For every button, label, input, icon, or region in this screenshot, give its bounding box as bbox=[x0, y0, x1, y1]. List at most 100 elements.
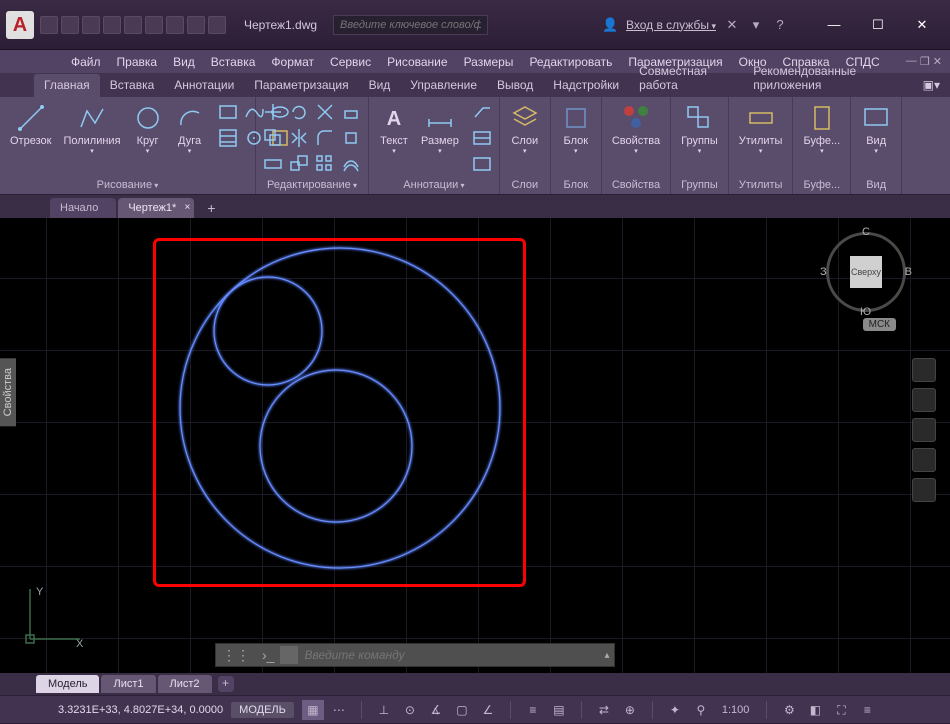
customize-icon[interactable]: ≡ bbox=[856, 700, 878, 720]
command-drag-handle-icon[interactable]: ⋮⋮ bbox=[216, 647, 256, 664]
ucs-icon[interactable]: Y X bbox=[18, 581, 88, 651]
fillet-icon[interactable] bbox=[314, 127, 336, 149]
user-icon[interactable]: 👤 bbox=[602, 17, 618, 33]
viewcube[interactable]: Сверху С Ю В З bbox=[822, 228, 910, 316]
menu-file[interactable]: Файл bbox=[64, 53, 108, 71]
close-tab-icon[interactable]: × bbox=[184, 202, 190, 213]
viewcube-north[interactable]: С bbox=[862, 226, 870, 238]
layers-button[interactable]: Слои bbox=[506, 101, 544, 157]
showmotion-icon[interactable] bbox=[912, 478, 936, 502]
menu-dimension[interactable]: Размеры bbox=[457, 53, 521, 71]
properties-button[interactable]: Свойства bbox=[608, 101, 664, 157]
sign-in-link[interactable]: Вход в службы bbox=[626, 18, 716, 32]
clipboard-button[interactable]: Буфе... bbox=[799, 101, 844, 157]
ribbon-tab-annotate[interactable]: Аннотации bbox=[164, 74, 244, 97]
qat-plot-icon[interactable] bbox=[145, 16, 163, 34]
doc-tab-current[interactable]: Чертеж1*× bbox=[118, 198, 194, 218]
command-line[interactable]: ⋮⋮ ›_ ▴ bbox=[215, 643, 615, 667]
utilities-button[interactable]: Утилиты bbox=[735, 101, 787, 157]
ribbon-tab-manage[interactable]: Управление bbox=[400, 74, 487, 97]
menu-modify[interactable]: Редактировать bbox=[522, 53, 619, 71]
pan-icon[interactable] bbox=[912, 388, 936, 412]
leader-icon[interactable] bbox=[471, 101, 493, 123]
mirror-icon[interactable] bbox=[288, 127, 310, 149]
model-space-badge[interactable]: МОДЕЛЬ bbox=[231, 702, 294, 718]
new-tab-button[interactable]: + bbox=[202, 200, 220, 218]
cart-icon[interactable]: ▾ bbox=[748, 17, 764, 33]
grid-toggle-icon[interactable]: ▦ bbox=[302, 700, 324, 720]
annoscale-person-icon[interactable]: ⚲ bbox=[690, 700, 712, 720]
exchange-icon[interactable]: ✕ bbox=[724, 17, 740, 33]
ribbon-tab-parametric[interactable]: Параметризация bbox=[244, 74, 358, 97]
rotate-icon[interactable] bbox=[288, 101, 310, 123]
ribbon-tab-home[interactable]: Главная bbox=[34, 74, 100, 97]
maximize-button[interactable]: ☐ bbox=[856, 10, 900, 40]
layout-tab-model[interactable]: Модель bbox=[36, 675, 99, 693]
qat-saveas-icon[interactable] bbox=[103, 16, 121, 34]
viewcube-south[interactable]: Ю bbox=[860, 306, 871, 318]
cycling-icon[interactable]: ⇄ bbox=[593, 700, 615, 720]
transparency-icon[interactable]: ▤ bbox=[548, 700, 570, 720]
qat-open-icon[interactable] bbox=[61, 16, 79, 34]
block-button[interactable]: Блок bbox=[557, 101, 595, 157]
copy-icon[interactable] bbox=[262, 127, 284, 149]
ribbon-tab-output[interactable]: Вывод bbox=[487, 74, 543, 97]
coordinates-readout[interactable]: 3.3231E+33, 4.8027E+34, 0.0000 bbox=[8, 704, 223, 716]
panel-draw-label[interactable]: Рисование bbox=[6, 177, 249, 194]
isodraft-icon[interactable]: ∡ bbox=[425, 700, 447, 720]
ribbon-tab-extra-icon[interactable]: ▣▾ bbox=[913, 74, 950, 97]
arc-button[interactable]: Дуга bbox=[171, 101, 209, 157]
qat-redo-icon[interactable] bbox=[187, 16, 205, 34]
clean-screen-icon[interactable]: ⛶ bbox=[830, 700, 852, 720]
workspace-switch-icon[interactable]: ⚙ bbox=[778, 700, 800, 720]
viewcube-top-face[interactable]: Сверху bbox=[850, 256, 882, 288]
qat-web-icon[interactable] bbox=[124, 16, 142, 34]
circle-button[interactable]: Круг bbox=[129, 101, 167, 157]
ribbon-tab-view[interactable]: Вид bbox=[359, 74, 401, 97]
command-history-icon[interactable] bbox=[280, 646, 298, 664]
stretch-icon[interactable] bbox=[262, 153, 284, 175]
mtext-icon[interactable] bbox=[471, 153, 493, 175]
menu-format[interactable]: Формат bbox=[264, 53, 321, 71]
hatch-icon[interactable] bbox=[217, 127, 239, 149]
menu-tools[interactable]: Сервис bbox=[323, 53, 378, 71]
close-button[interactable]: ✕ bbox=[900, 10, 944, 40]
ribbon-tab-insert[interactable]: Вставка bbox=[100, 74, 165, 97]
layout-tab-sheet2[interactable]: Лист2 bbox=[158, 675, 212, 693]
move-icon[interactable] bbox=[262, 101, 284, 123]
menu-draw[interactable]: Рисование bbox=[380, 53, 454, 71]
annotation-scale[interactable]: 1:100 bbox=[716, 700, 756, 720]
menu-view[interactable]: Вид bbox=[166, 53, 202, 71]
orbit-icon[interactable] bbox=[912, 448, 936, 472]
dimension-button[interactable]: Размер bbox=[417, 101, 463, 157]
polyline-button[interactable]: Полилиния bbox=[59, 101, 124, 157]
help-icon[interactable]: ? bbox=[772, 17, 788, 33]
panel-modify-label[interactable]: Редактирование bbox=[262, 177, 362, 194]
annomonitor-icon[interactable]: ⊕ bbox=[619, 700, 641, 720]
qat-save-icon[interactable] bbox=[82, 16, 100, 34]
search-input[interactable] bbox=[333, 15, 488, 35]
polar-icon[interactable]: ⊙ bbox=[399, 700, 421, 720]
array-icon[interactable] bbox=[314, 153, 336, 175]
doc-close-icon[interactable]: ✕ bbox=[933, 55, 942, 68]
scale-icon[interactable] bbox=[288, 153, 310, 175]
layout-tab-sheet1[interactable]: Лист1 bbox=[101, 675, 155, 693]
menu-edit[interactable]: Правка bbox=[110, 53, 165, 71]
hardware-accel-icon[interactable]: ◧ bbox=[804, 700, 826, 720]
menu-insert[interactable]: Вставка bbox=[204, 53, 263, 71]
qat-new-icon[interactable] bbox=[40, 16, 58, 34]
trim-icon[interactable] bbox=[314, 101, 336, 123]
app-logo-icon[interactable]: A bbox=[6, 11, 34, 39]
rect-icon[interactable] bbox=[217, 101, 239, 123]
drawing-area[interactable]: Свойства Y X Сверху С Ю В З МСК bbox=[0, 218, 950, 673]
snap-toggle-icon[interactable]: ⋯ bbox=[328, 700, 350, 720]
panel-annotation-label[interactable]: Аннотации bbox=[375, 177, 493, 194]
ribbon-tab-collab[interactable]: Совместная работа bbox=[629, 60, 743, 97]
groups-button[interactable]: Группы bbox=[677, 101, 722, 157]
explode-icon[interactable] bbox=[340, 127, 362, 149]
minimize-button[interactable]: — bbox=[812, 10, 856, 40]
zoom-icon[interactable] bbox=[912, 418, 936, 442]
otrack-icon[interactable]: ∠ bbox=[477, 700, 499, 720]
text-button[interactable]: A Текст bbox=[375, 101, 413, 157]
lineweight-icon[interactable]: ≡ bbox=[522, 700, 544, 720]
